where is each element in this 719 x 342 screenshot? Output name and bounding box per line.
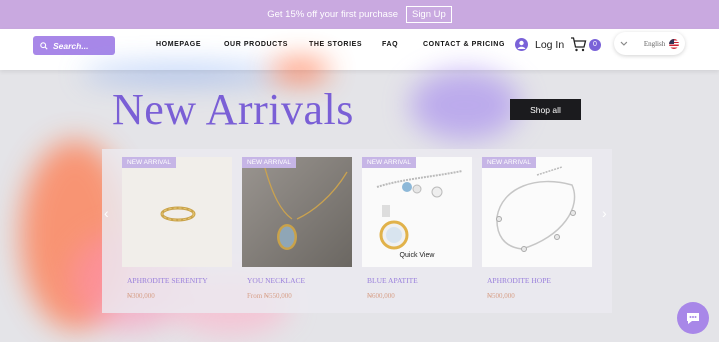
new-arrival-badge: NEW ARRIVAL: [482, 157, 536, 168]
user-avatar-icon: [515, 38, 528, 51]
cart-button[interactable]: 0: [570, 37, 601, 52]
cart-icon: [571, 37, 587, 52]
chat-button[interactable]: [677, 302, 709, 334]
gallery-prev-arrow-icon[interactable]: ‹: [104, 205, 109, 221]
product-price: ₦600,000: [367, 292, 395, 300]
cart-count-badge: 0: [589, 38, 601, 51]
nav-the-stories[interactable]: THE STORIES: [309, 41, 362, 48]
product-image-necklace[interactable]: NEW ARRIVAL: [242, 157, 352, 267]
product-card[interactable]: NEW ARRIVAL Quick View BLUE APATITE ₦600…: [362, 157, 472, 300]
product-image-silver-bracelet[interactable]: NEW ARRIVAL: [482, 157, 592, 267]
chat-icon: [687, 312, 699, 324]
decor-blob-purple-right: [410, 70, 520, 140]
shop-all-button[interactable]: Shop all: [510, 99, 581, 120]
product-image-charm-bracelet[interactable]: NEW ARRIVAL Quick View: [362, 157, 472, 267]
decor-blob-blue-top: [80, 66, 280, 82]
product-name[interactable]: YOU NECKLACE: [247, 276, 352, 285]
login-link[interactable]: Log In: [515, 38, 564, 51]
product-card[interactable]: NEW ARRIVAL APHRODITE HOPE ₦500,000: [482, 157, 592, 300]
promo-text: Get 15% off your first purchase: [267, 9, 398, 20]
language-selector[interactable]: English: [614, 32, 685, 55]
promo-bar: Get 15% off your first purchase Sign Up: [0, 0, 719, 29]
new-arrival-badge: NEW ARRIVAL: [122, 157, 176, 168]
us-flag-icon: [669, 38, 679, 49]
product-price: From ₦550,000: [247, 292, 292, 300]
product-price: ₦300,000: [127, 292, 155, 300]
product-name[interactable]: APHRODITE SERENITY: [127, 276, 232, 285]
product-name[interactable]: APHRODITE HOPE: [487, 276, 592, 285]
product-card[interactable]: NEW ARRIVAL YOU NECKLACE From ₦550,000: [242, 157, 352, 300]
product-card[interactable]: NEW ARRIVAL APHRODITE SERENITY ₦300,000: [122, 157, 232, 300]
nav-homepage[interactable]: HOMEPAGE: [156, 41, 201, 48]
language-label: English: [643, 39, 666, 48]
chevron-down-icon: [620, 41, 628, 46]
nav-contact-pricing[interactable]: CONTACT & PRICING: [423, 41, 505, 48]
decor-blob-orange-top: [270, 60, 330, 82]
product-name[interactable]: BLUE APATITE: [367, 276, 472, 285]
login-label: Log In: [535, 38, 565, 51]
section-title: New Arrivals: [112, 85, 354, 134]
new-arrival-badge: NEW ARRIVAL: [242, 157, 296, 168]
main-nav: HOMEPAGE OUR PRODUCTS THE STORIES FAQ CO…: [0, 41, 719, 53]
new-arrival-badge: NEW ARRIVAL: [362, 157, 416, 168]
nav-our-products[interactable]: OUR PRODUCTS: [224, 41, 288, 48]
nav-faq[interactable]: FAQ: [382, 41, 398, 48]
product-price: ₦500,000: [487, 292, 515, 300]
sign-up-button[interactable]: Sign Up: [405, 6, 452, 23]
gallery-next-arrow-icon[interactable]: ›: [602, 205, 607, 221]
quick-view-button[interactable]: Quick View: [362, 252, 472, 259]
product-image-ring[interactable]: NEW ARRIVAL: [122, 157, 232, 267]
site-header: Search... HOMEPAGE OUR PRODUCTS THE STOR…: [0, 29, 719, 70]
